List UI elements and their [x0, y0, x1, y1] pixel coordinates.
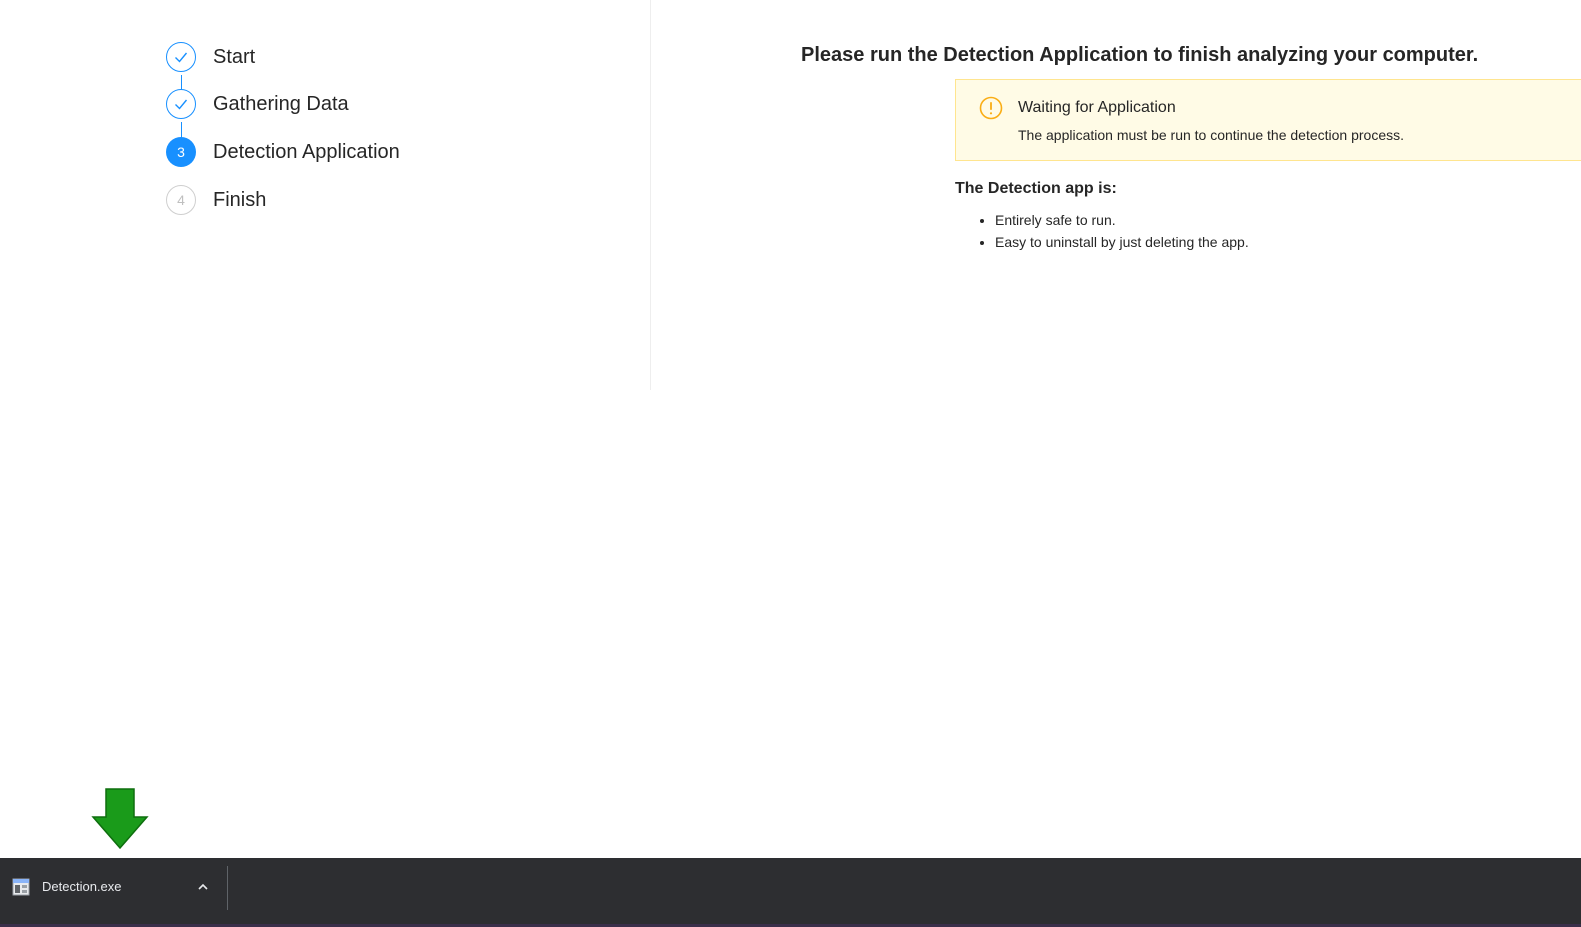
- info-heading: The Detection app is:: [955, 180, 1117, 197]
- exclamation-circle-icon: [979, 96, 1003, 125]
- download-file-name: Detection.exe: [42, 879, 122, 894]
- step-label: Finish: [213, 188, 267, 211]
- step-3-number: 3: [166, 137, 196, 167]
- step-detection-application: 3 Detection Application: [166, 136, 400, 168]
- step-label: Detection Application: [213, 140, 400, 163]
- page: Start Gathering Data 3 Detection Applica…: [0, 0, 1581, 927]
- download-bar: Detection.exe: [0, 858, 1581, 927]
- down-arrow-icon: [91, 788, 149, 855]
- download-separator: [227, 866, 228, 910]
- step-start: Start: [166, 41, 255, 73]
- column-divider: [650, 0, 651, 390]
- step-gathering-data: Gathering Data: [166, 88, 349, 120]
- download-item[interactable]: Detection.exe: [0, 858, 226, 916]
- step-label: Gathering Data: [213, 92, 349, 115]
- step-label: Start: [213, 45, 256, 68]
- executable-file-icon: [12, 878, 30, 901]
- waiting-alert: Waiting for Application The application …: [955, 79, 1581, 161]
- step-finish: 4 Finish: [166, 184, 266, 216]
- step-1-check-icon: [166, 42, 196, 72]
- list-item: Easy to uninstall by just deleting the a…: [995, 231, 1249, 253]
- alert-description: The application must be run to continue …: [1018, 127, 1405, 143]
- info-list: Entirely safe to run. Easy to uninstall …: [955, 209, 1249, 253]
- step-2-check-icon: [166, 89, 196, 119]
- chevron-up-icon[interactable]: [196, 880, 210, 899]
- page-title: Please run the Detection Application to …: [801, 44, 1479, 66]
- list-item: Entirely safe to run.: [995, 209, 1249, 231]
- alert-title: Waiting for Application: [1018, 99, 1176, 116]
- step-4-number: 4: [166, 185, 196, 215]
